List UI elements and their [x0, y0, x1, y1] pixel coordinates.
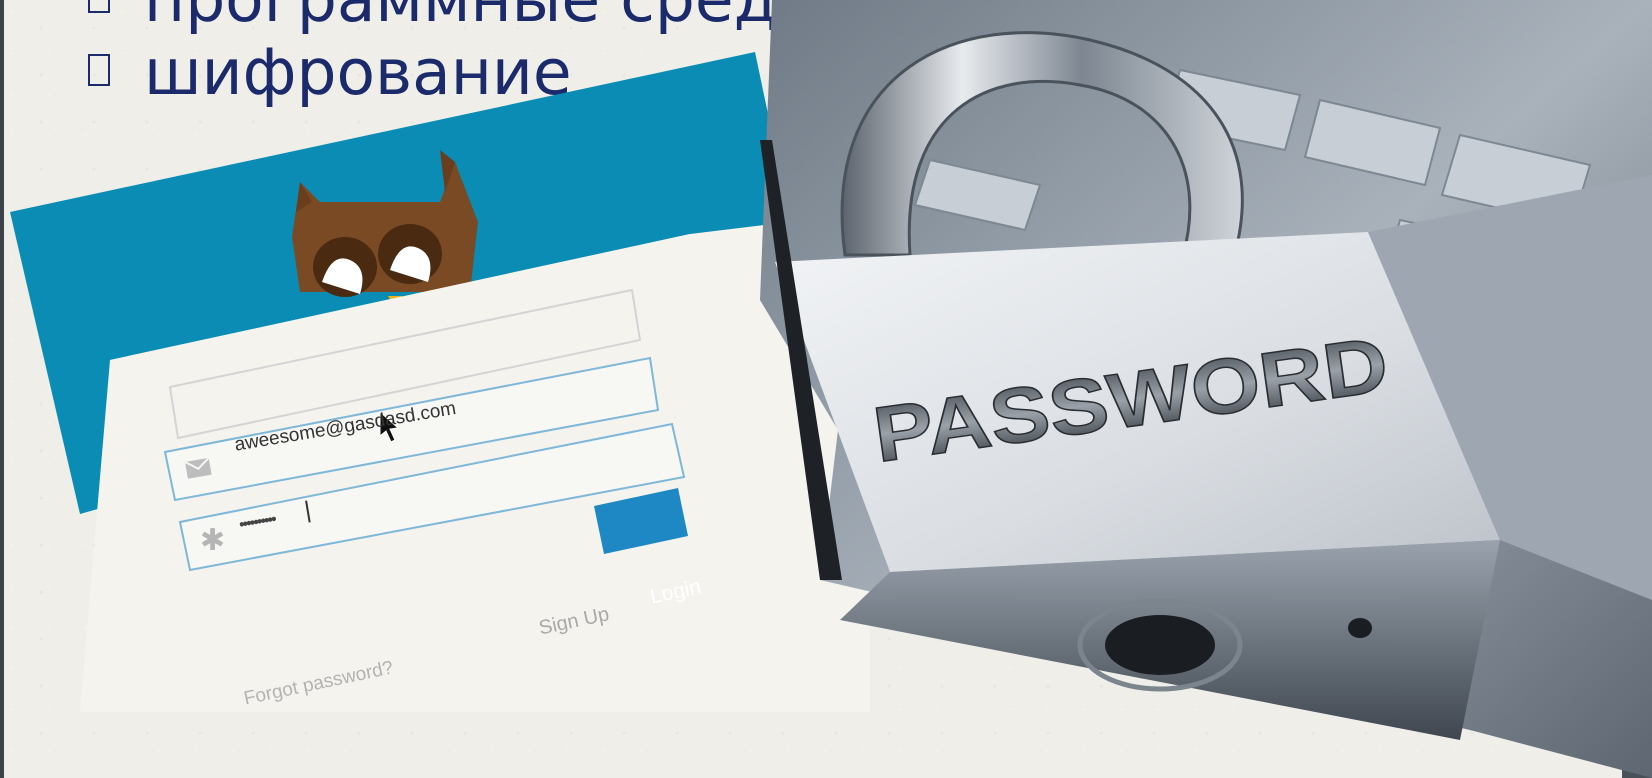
padlock-scene: PASSWORD: [760, 0, 1652, 778]
bullet-marker: [88, 0, 110, 13]
asterisk-icon: ✱: [200, 524, 225, 557]
keyhole-icon: [1105, 615, 1215, 675]
padlock-photo-image: PASSWORD: [760, 0, 1652, 778]
login-screenshot-image: ✱ •••••••••• aweesome@gasdasd.com Login …: [0, 52, 870, 712]
login-scene: ✱ ••••••••••: [10, 52, 870, 712]
